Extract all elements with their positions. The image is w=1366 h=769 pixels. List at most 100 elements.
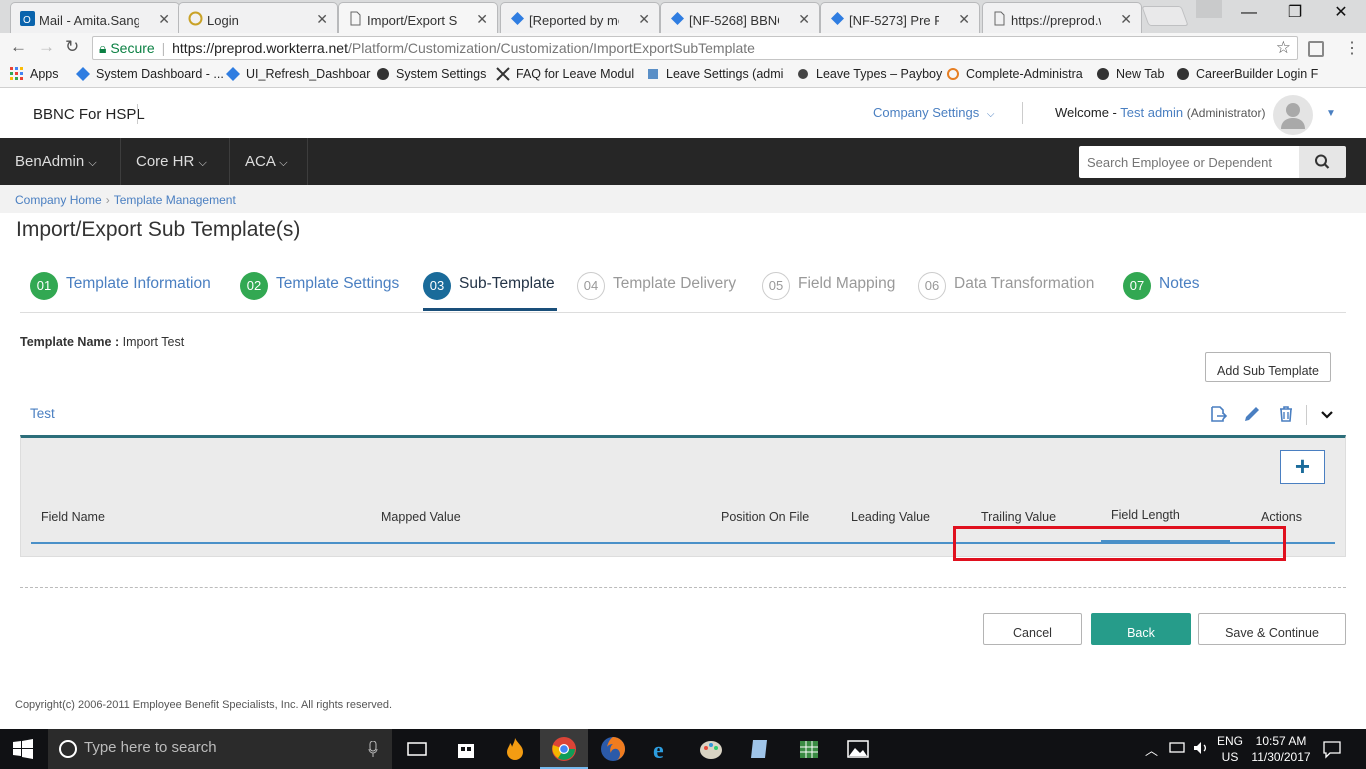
search-icon <box>1315 154 1330 169</box>
back-button[interactable]: Back <box>1091 613 1191 645</box>
restore-icon[interactable]: ❐ <box>1272 0 1318 26</box>
company-settings-dropdown[interactable]: Company Settings ⌵ <box>873 105 994 120</box>
system-clock[interactable]: 10:57 AM 11/30/2017 <box>1248 733 1314 765</box>
reload-icon[interactable]: ↻ <box>65 37 79 57</box>
close-icon[interactable]: ✕ <box>638 11 650 28</box>
chrome-icon[interactable] <box>551 736 577 762</box>
breadcrumb-company-home[interactable]: Company Home <box>15 193 102 207</box>
bookmark-complete-admin[interactable]: Complete-Administra <box>946 67 1083 81</box>
column-header-position-on-file[interactable]: Position On File <box>721 510 809 524</box>
browser-tab-import-export[interactable]: Import/Export Sub ✕ <box>338 2 498 33</box>
bookmark-new-tab[interactable]: New Tab <box>1096 67 1164 81</box>
taskbar-search-box[interactable]: Type here to search <box>48 729 392 769</box>
store-icon[interactable] <box>453 736 479 762</box>
close-icon[interactable]: ✕ <box>958 11 970 28</box>
close-icon[interactable]: ✕ <box>316 11 328 28</box>
minimize-icon[interactable]: — <box>1226 0 1272 26</box>
microphone-icon[interactable] <box>368 741 378 757</box>
extension-icon[interactable] <box>1308 41 1324 57</box>
bookmark-careerbuilder[interactable]: CareerBuilder Login F <box>1176 67 1318 81</box>
nav-item-core-hr[interactable]: Core HR ⌵ <box>121 138 230 185</box>
photos-icon[interactable] <box>845 736 871 762</box>
bookmark-apps[interactable]: Apps <box>10 67 59 81</box>
taskbar-search-placeholder: Type here to search <box>84 739 217 756</box>
column-header-field-length[interactable]: Field Length <box>1111 508 1180 522</box>
windows-taskbar: Type here to search e ︿ ENG US 10:57 AM … <box>0 729 1366 769</box>
spreadsheet-icon[interactable] <box>796 736 822 762</box>
edit-pencil-icon[interactable] <box>1242 404 1262 424</box>
close-icon[interactable]: ✕ <box>158 11 170 28</box>
volume-icon[interactable] <box>1192 739 1210 757</box>
active-step-indicator <box>423 308 557 311</box>
divider <box>20 587 1346 588</box>
column-header-leading-value[interactable]: Leading Value <box>851 510 930 524</box>
column-header-field-name[interactable]: Field Name <box>41 510 105 524</box>
paint-icon[interactable] <box>698 736 724 762</box>
url-input[interactable]: 🔒︎ Secure | https://preprod.workterra.ne… <box>92 36 1298 60</box>
chevron-down-icon[interactable] <box>1317 404 1337 424</box>
jira-icon <box>511 12 524 25</box>
task-view-icon[interactable] <box>404 736 430 762</box>
nav-item-benadmin[interactable]: BenAdmin ⌵ <box>0 138 121 185</box>
lock-icon: 🔒︎ <box>99 40 107 56</box>
bookmark-ui-refresh[interactable]: UI_Refresh_Dashboar <box>226 67 370 81</box>
windows-start-icon[interactable] <box>13 739 33 759</box>
column-header-trailing-value[interactable]: Trailing Value <box>981 510 1056 524</box>
tools-icon <box>496 67 510 81</box>
trash-icon[interactable] <box>1276 404 1296 424</box>
caret-down-icon[interactable]: ▼ <box>1326 108 1336 119</box>
menu-dots-icon[interactable]: ⋮ <box>1344 38 1360 58</box>
search-employee-input[interactable] <box>1079 146 1299 178</box>
firefox-icon[interactable] <box>600 736 626 762</box>
forward-arrow-icon[interactable]: → <box>38 37 55 57</box>
step-number: 01 <box>30 272 58 300</box>
save-continue-button[interactable]: Save & Continue <box>1198 613 1346 645</box>
step-label: Notes <box>1159 275 1200 292</box>
close-icon[interactable]: ✕ <box>476 11 488 28</box>
close-icon[interactable]: ✕ <box>798 11 810 28</box>
browser-tab-login[interactable]: Login ✕ <box>178 2 338 33</box>
back-arrow-icon[interactable]: ← <box>10 37 27 57</box>
input-language[interactable]: ENG US <box>1212 733 1248 765</box>
notes-app-icon[interactable] <box>747 736 773 762</box>
site-icon <box>648 69 658 79</box>
step-label: Field Mapping <box>798 275 896 292</box>
network-icon[interactable] <box>1168 739 1186 757</box>
bookmark-system-dashboard[interactable]: System Dashboard - ... <box>76 67 224 81</box>
jira-icon <box>671 12 684 25</box>
add-field-button[interactable]: + <box>1280 450 1325 484</box>
browser-tab-preprod[interactable]: https://preprod.wo ✕ <box>982 2 1142 33</box>
bookmark-faq-leave[interactable]: FAQ for Leave Modul <box>496 67 634 81</box>
secure-label: Secure <box>110 40 155 56</box>
bookmark-leave-settings[interactable]: Leave Settings (admi <box>646 67 783 81</box>
profile-icon[interactable] <box>1196 0 1222 18</box>
bookmark-star-icon[interactable]: ☆ <box>1276 38 1291 58</box>
breadcrumb-template-management[interactable]: Template Management <box>114 193 236 207</box>
bookmark-system-settings[interactable]: System Settings <box>376 67 486 81</box>
tab-title: [NF-5268] BBNC co <box>689 13 779 28</box>
flame-app-icon[interactable] <box>502 736 528 762</box>
user-name-link[interactable]: Test admin <box>1120 105 1183 120</box>
avatar[interactable] <box>1273 95 1313 135</box>
url-host: https://preprod.workterra.net <box>172 40 348 56</box>
site-icon <box>798 69 808 79</box>
notification-icon[interactable] <box>1322 739 1342 759</box>
browser-tab-nf5273[interactable]: [NF-5273] Pre Prod ✕ <box>820 2 980 33</box>
close-icon[interactable]: ✕ <box>1120 11 1132 28</box>
browser-tab-mail[interactable]: O Mail - Amita.Sanga ✕ <box>10 2 180 33</box>
internet-explorer-icon[interactable]: e <box>649 736 675 762</box>
add-sub-template-button[interactable]: Add Sub Template <box>1205 352 1331 382</box>
browser-tab-reported[interactable]: [Reported by me] I ✕ <box>500 2 660 33</box>
search-button[interactable] <box>1299 146 1346 178</box>
export-icon[interactable] <box>1208 404 1228 424</box>
nav-item-aca[interactable]: ACA ⌵ <box>230 138 308 185</box>
window-close-icon[interactable]: ✕ <box>1318 0 1364 26</box>
new-tab-button[interactable] <box>1141 6 1189 26</box>
cancel-button[interactable]: Cancel <box>983 613 1082 645</box>
step-label: Template Settings <box>276 275 400 292</box>
bookmark-leave-types[interactable]: Leave Types – Payboy <box>796 67 942 81</box>
browser-tab-nf5268[interactable]: [NF-5268] BBNC co ✕ <box>660 2 820 33</box>
chevron-up-icon[interactable]: ︿ <box>1145 740 1158 759</box>
column-header-mapped-value[interactable]: Mapped Value <box>381 510 461 524</box>
browser-tab-bar: O Mail - Amita.Sanga ✕ Login ✕ Import/Ex… <box>0 0 1366 33</box>
